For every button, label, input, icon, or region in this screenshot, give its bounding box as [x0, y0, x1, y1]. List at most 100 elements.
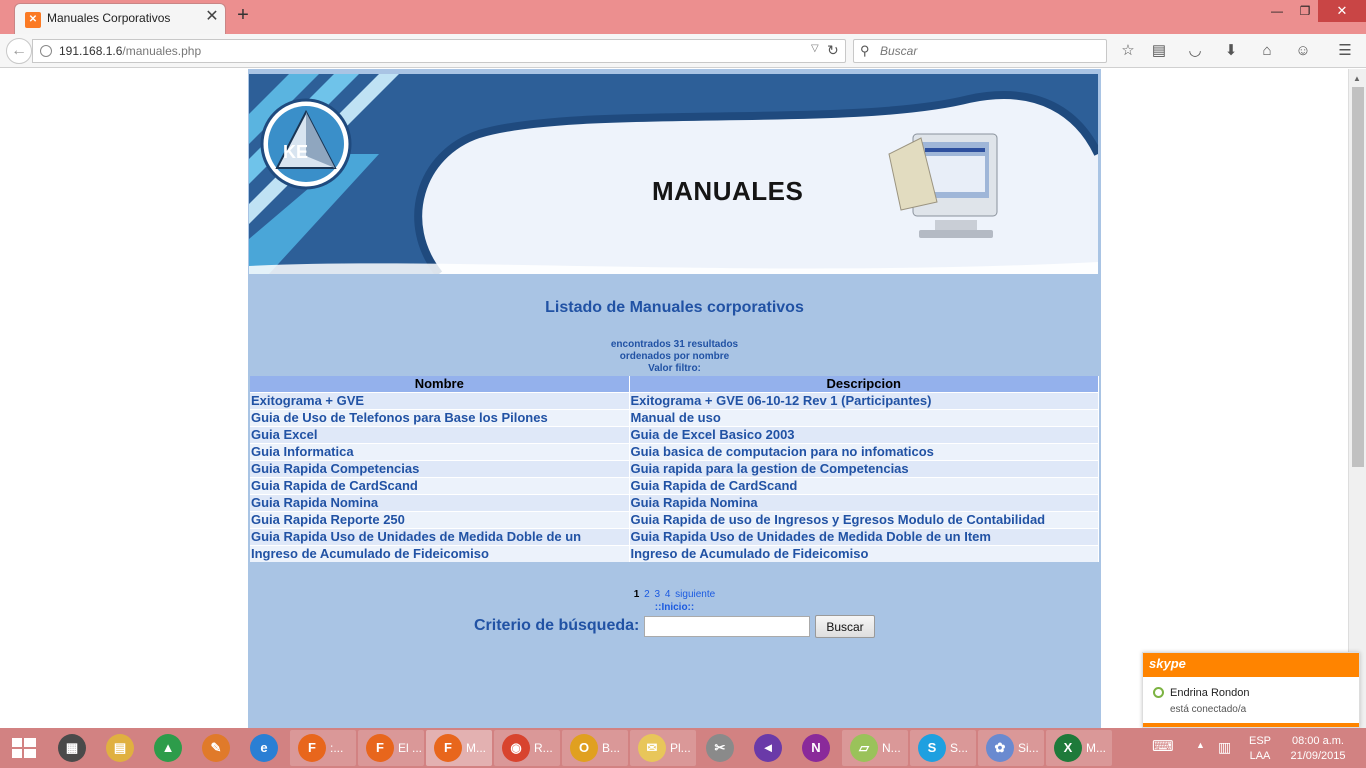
- svg-text:KE: KE: [283, 142, 308, 162]
- taskbar-chrome[interactable]: ◉ R...: [494, 730, 560, 766]
- table-row: Guia Rapida Uso de Unidades de Medida Do…: [250, 527, 1099, 545]
- table-row: Guia Informatica Guia basica de computac…: [250, 442, 1099, 460]
- home-icon[interactable]: ⌂: [1256, 41, 1278, 61]
- bookmark-star-icon[interactable]: ☆: [1117, 41, 1139, 61]
- manual-description-link[interactable]: Guia de Excel Basico 2003: [629, 425, 1099, 443]
- taskbar-firefox-1[interactable]: F:...: [290, 730, 356, 766]
- internet-explorer-icon: e: [250, 734, 278, 762]
- keyboard-icon[interactable]: ⌨: [1152, 737, 1174, 755]
- table-row: Exitograma + GVE Exitograma + GVE 06-10-…: [250, 391, 1099, 409]
- search-button[interactable]: Buscar: [815, 615, 875, 638]
- next-page-link[interactable]: siguiente: [675, 589, 715, 600]
- windows-taskbar: ▦ ▤ ▲ ✎ e F:... F El ... F M... ◉ R... O B... ✉ Pl... ✂ ◄…: [0, 728, 1366, 768]
- keyboard-layout-indicator[interactable]: LAA: [1248, 750, 1272, 762]
- taskbar-paint[interactable]: ✿ Si...: [978, 730, 1044, 766]
- globe-icon: [40, 45, 52, 57]
- taskbar-google-drive[interactable]: ▲: [146, 730, 192, 766]
- column-header-descripcion[interactable]: Descripcion: [629, 376, 1099, 392]
- clock-date[interactable]: 21/09/2015: [1286, 750, 1350, 762]
- taskbar-excel[interactable]: X M...: [1046, 730, 1112, 766]
- title-bar: ✕ Manuales Corporativos ✕ + — ❐ ✕: [0, 0, 1366, 34]
- taskbar-sticky-notes[interactable]: ▱ N...: [842, 730, 908, 766]
- minimize-button[interactable]: —: [1262, 0, 1292, 22]
- manual-description-link[interactable]: Guia basica de computacion para no infom…: [629, 442, 1099, 460]
- pocket-icon[interactable]: ◡: [1184, 41, 1206, 61]
- hello-icon[interactable]: ☺: [1292, 41, 1314, 61]
- downloads-icon[interactable]: ⬇: [1220, 41, 1242, 61]
- outlook-icon: O: [570, 734, 598, 762]
- page-link-3[interactable]: 3: [654, 589, 660, 600]
- manual-name-link[interactable]: Guia Rapida Nomina: [250, 493, 630, 511]
- manual-description-link[interactable]: Guia Rapida Uso de Unidades de Medida Do…: [629, 527, 1099, 545]
- taskbar-tools[interactable]: ✂: [698, 730, 744, 766]
- taskbar-skype[interactable]: S S...: [910, 730, 976, 766]
- taskbar-app-badge[interactable]: ✎: [194, 730, 240, 766]
- page-link-4[interactable]: 4: [665, 589, 671, 600]
- url-bar[interactable]: 191.168.1.6/manuales.php ▽ ↻: [32, 39, 846, 63]
- manual-name-link[interactable]: Guia Informatica: [250, 442, 630, 460]
- manuals-table: Nombre Descripcion Exitograma + GVE Exit…: [250, 376, 1099, 562]
- manual-name-link[interactable]: Guia de Uso de Telefonos para Base los P…: [250, 408, 630, 426]
- taskbar-mail[interactable]: ✉ Pl...: [630, 730, 696, 766]
- taskbar-onenote[interactable]: N: [794, 730, 840, 766]
- nav-toolbar: ← 191.168.1.6/manuales.php ▽ ↻ ⚲ Buscar …: [0, 34, 1366, 68]
- manual-description-link[interactable]: Ingreso de Acumulado de Fideicomiso: [629, 544, 1099, 562]
- manual-name-link[interactable]: Exitograma + GVE: [250, 391, 630, 409]
- tools-icon: ✂: [706, 734, 734, 762]
- visual-studio-icon: ◄: [754, 734, 782, 762]
- contact-name: Endrina Rondon: [1170, 687, 1250, 699]
- sort-order: ordenados por nombre: [619, 351, 730, 362]
- page-scrollbar[interactable]: ▲: [1348, 69, 1366, 728]
- tray-expand-icon[interactable]: ▲: [1196, 740, 1205, 750]
- scroll-up-icon[interactable]: ▲: [1353, 74, 1361, 83]
- manual-name-link[interactable]: Guia Rapida Reporte 250: [250, 510, 630, 528]
- reading-list-icon[interactable]: ▤: [1148, 41, 1170, 61]
- clock-time[interactable]: 08:00 a.m.: [1286, 735, 1350, 747]
- manual-description-link[interactable]: Guia Rapida de CardScand: [629, 476, 1099, 494]
- back-button[interactable]: ←: [6, 38, 32, 64]
- manual-name-link[interactable]: Guia Rapida Uso de Unidades de Medida Do…: [250, 527, 630, 545]
- chrome-icon: ◉: [502, 734, 530, 762]
- manual-description-link[interactable]: Manual de uso: [629, 408, 1099, 426]
- taskbar-outlook[interactable]: O B...: [562, 730, 628, 766]
- scroll-thumb[interactable]: [1352, 87, 1364, 467]
- start-button[interactable]: [8, 736, 40, 760]
- manual-name-link[interactable]: Ingreso de Acumulado de Fideicomiso: [250, 544, 630, 562]
- taskbar-file-explorer[interactable]: ▤: [98, 730, 144, 766]
- sticky-notes-icon: ▱: [850, 734, 878, 762]
- taskbar-chrome-apps[interactable]: ▦: [50, 730, 96, 766]
- manual-description-link[interactable]: Guia Rapida Nomina: [629, 493, 1099, 511]
- taskbar-internet-explorer[interactable]: e: [242, 730, 288, 766]
- manual-name-link[interactable]: Guia Rapida de CardScand: [250, 476, 630, 494]
- excel-icon: X: [1054, 734, 1082, 762]
- table-row: Ingreso de Acumulado de Fideicomiso Ingr…: [250, 544, 1099, 562]
- manual-description-link[interactable]: Guia rapida para la gestion de Competenc…: [629, 459, 1099, 477]
- browser-tab[interactable]: ✕ Manuales Corporativos ✕: [14, 3, 226, 34]
- page-link-2[interactable]: 2: [644, 589, 650, 600]
- taskbar-visual-studio[interactable]: ◄: [746, 730, 792, 766]
- skype-notification[interactable]: skype Endrina Rondon está conectado/a: [1142, 652, 1360, 728]
- taskbar-firefox-2[interactable]: F El ...: [358, 730, 424, 766]
- home-link[interactable]: ::Inicio::: [248, 602, 1101, 613]
- manual-description-link[interactable]: Guia Rapida de uso de Ingresos y Egresos…: [629, 510, 1099, 528]
- url-history-dropdown-icon[interactable]: ▽: [811, 43, 819, 54]
- menu-icon[interactable]: ☰: [1334, 41, 1356, 61]
- google-drive-icon: ▲: [154, 734, 182, 762]
- language-indicator[interactable]: ESP: [1248, 735, 1272, 747]
- search-bar[interactable]: ⚲ Buscar: [853, 39, 1107, 63]
- maximize-button[interactable]: ❐: [1290, 0, 1320, 22]
- results-count: encontrados 31 resultados: [610, 339, 739, 350]
- search-placeholder: Buscar: [880, 44, 918, 58]
- taskbar-firefox-3[interactable]: F M...: [426, 730, 492, 766]
- network-icon[interactable]: ▥: [1218, 739, 1231, 756]
- search-criteria-input[interactable]: [644, 616, 810, 637]
- column-header-nombre[interactable]: Nombre: [250, 376, 630, 392]
- manual-name-link[interactable]: Guia Excel: [250, 425, 630, 443]
- manual-name-link[interactable]: Guia Rapida Competencias: [250, 459, 630, 477]
- close-tab-icon[interactable]: ✕: [203, 8, 221, 26]
- manual-description-link[interactable]: Exitograma + GVE 06-10-12 Rev 1 (Partici…: [629, 391, 1099, 409]
- reload-icon[interactable]: ↻: [827, 42, 839, 59]
- new-tab-button[interactable]: +: [232, 4, 254, 26]
- list-title: Listado de Manuales corporativos: [545, 299, 804, 316]
- close-window-button[interactable]: ✕: [1318, 0, 1366, 22]
